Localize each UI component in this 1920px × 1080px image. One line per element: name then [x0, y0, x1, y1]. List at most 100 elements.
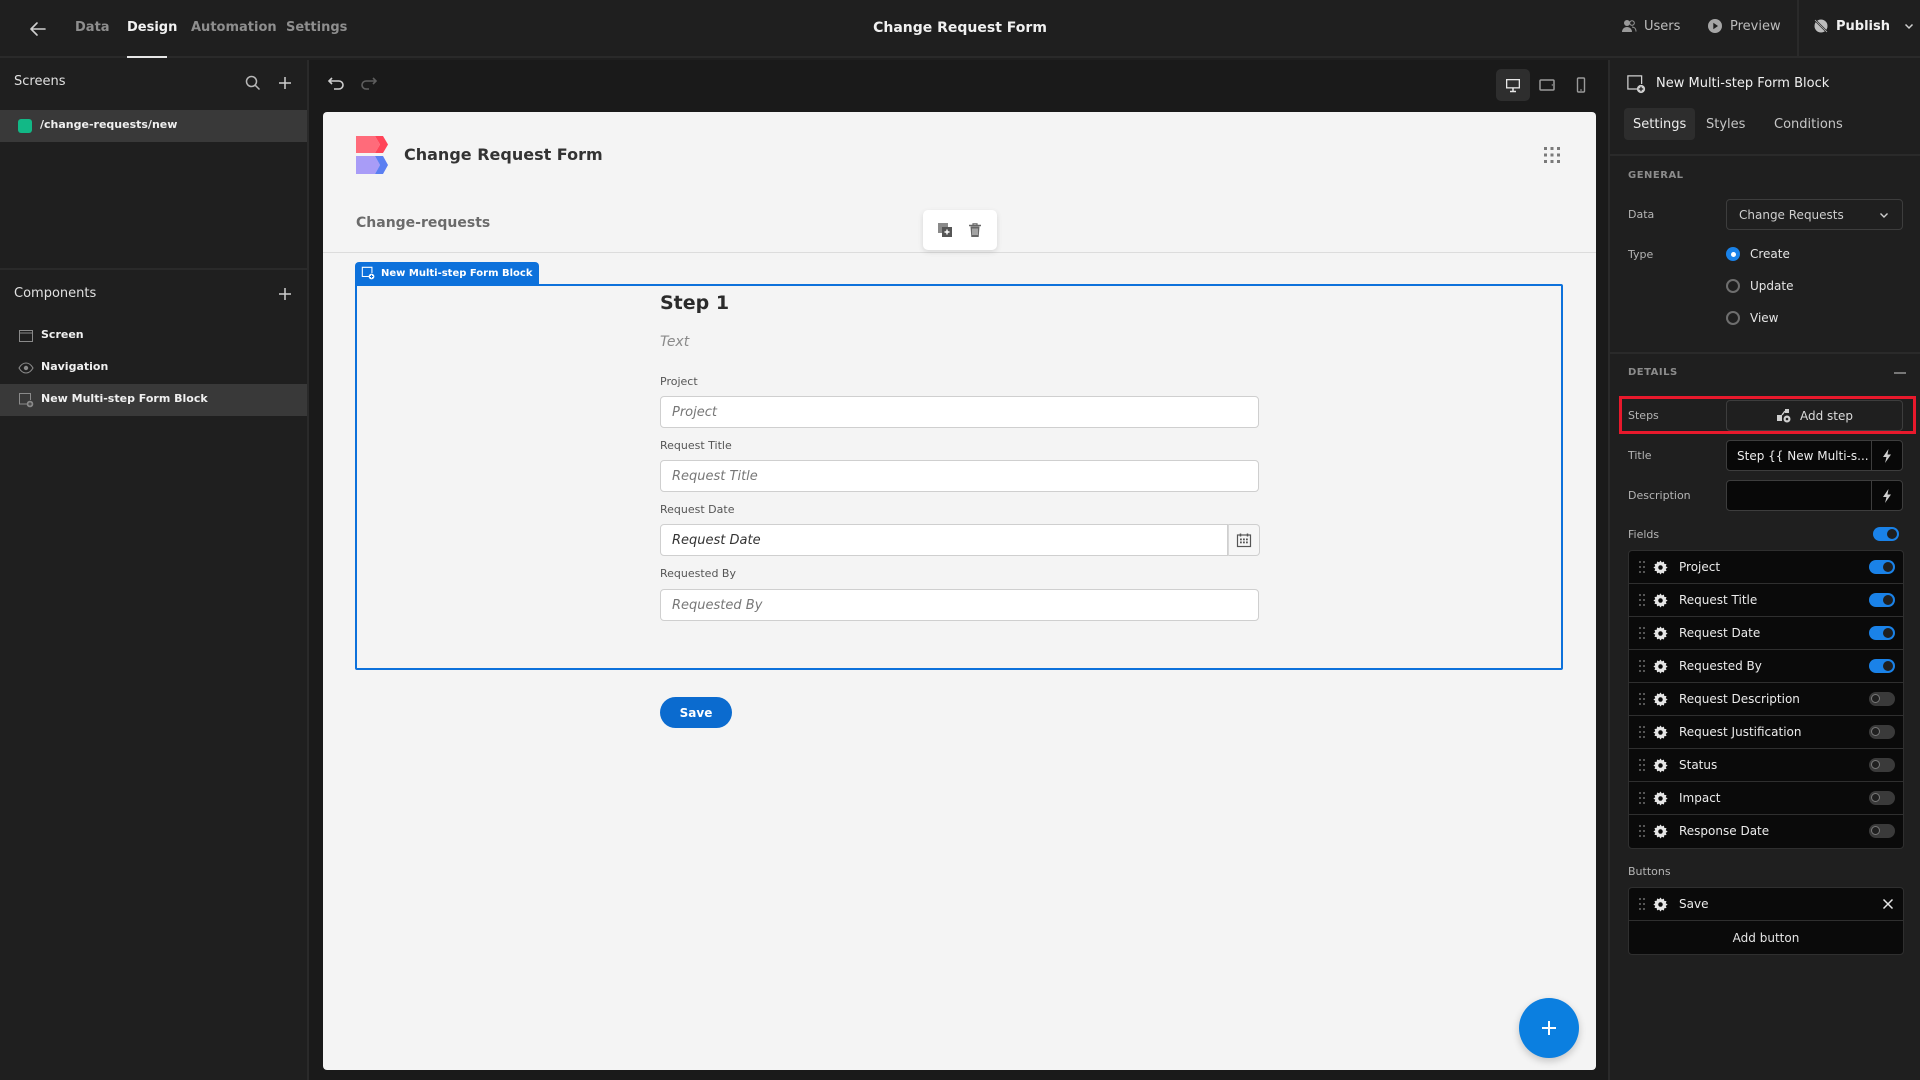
apps-grid-icon[interactable]	[1543, 146, 1561, 164]
lightning-bolt-icon[interactable]	[1871, 481, 1902, 510]
component-label: Navigation	[41, 360, 109, 373]
field-row-request-title[interactable]: Request Title	[1629, 584, 1903, 617]
type-radio-update[interactable]: Update	[1726, 279, 1793, 293]
tab-automation[interactable]: Automation	[191, 20, 277, 35]
active-tab-indicator	[127, 56, 167, 58]
add-screen-icon[interactable]	[276, 74, 294, 92]
tab-settings-panel[interactable]: Settings	[1624, 108, 1696, 140]
component-item-screen[interactable]: Screen	[0, 320, 307, 352]
field-row-impact[interactable]: Impact	[1629, 782, 1903, 815]
add-component-icon[interactable]	[276, 285, 294, 303]
search-icon[interactable]	[244, 74, 262, 92]
drag-handle-icon[interactable]	[1639, 898, 1645, 910]
gear-icon[interactable]	[1653, 725, 1668, 740]
radio-label: View	[1750, 311, 1779, 325]
drag-handle-icon[interactable]	[1639, 594, 1645, 606]
field-toggle[interactable]	[1869, 659, 1895, 673]
component-item-navigation[interactable]: Navigation	[0, 352, 307, 384]
field-toggle[interactable]	[1869, 593, 1895, 607]
duplicate-icon[interactable]	[937, 222, 953, 238]
form-save-button[interactable]: Save	[660, 697, 732, 728]
title-label: Title	[1628, 449, 1652, 462]
tab-settings[interactable]: Settings	[286, 20, 347, 35]
field-row-request-date[interactable]: Request Date	[1629, 617, 1903, 650]
data-source-select[interactable]: Change Requests	[1726, 199, 1903, 230]
users-button[interactable]: Users	[1621, 18, 1680, 34]
field-toggle[interactable]	[1869, 758, 1895, 772]
type-radio-create[interactable]: Create	[1726, 247, 1790, 261]
close-icon[interactable]	[1881, 897, 1895, 911]
button-row-save[interactable]: Save	[1629, 888, 1903, 921]
field-row-requested-by[interactable]: Requested By	[1629, 650, 1903, 683]
requested-by-input[interactable]	[660, 589, 1259, 621]
drag-handle-icon[interactable]	[1639, 660, 1645, 672]
screen-item[interactable]: /change-requests/new	[0, 110, 307, 142]
fields-master-toggle[interactable]	[1873, 527, 1899, 541]
drag-handle-icon[interactable]	[1639, 759, 1645, 771]
field-row-request-justification[interactable]: Request Justification	[1629, 716, 1903, 749]
field-toggle[interactable]	[1869, 626, 1895, 640]
field-toggle[interactable]	[1869, 791, 1895, 805]
tab-styles[interactable]: Styles	[1697, 108, 1754, 140]
gear-icon[interactable]	[1653, 593, 1668, 608]
gear-icon[interactable]	[1653, 758, 1668, 773]
type-radio-view[interactable]: View	[1726, 311, 1778, 325]
gear-icon[interactable]	[1653, 560, 1668, 575]
tab-conditions[interactable]: Conditions	[1765, 108, 1852, 140]
add-button-button[interactable]: Add button	[1629, 921, 1903, 954]
undo-icon[interactable]	[326, 72, 348, 94]
field-label: Impact	[1679, 791, 1721, 805]
field-row-request-description[interactable]: Request Description	[1629, 683, 1903, 716]
field-toggle[interactable]	[1869, 725, 1895, 739]
request-title-input[interactable]	[660, 460, 1259, 492]
trash-icon[interactable]	[967, 222, 983, 238]
drag-handle-icon[interactable]	[1639, 726, 1645, 738]
request-date-input[interactable]	[660, 524, 1228, 556]
drag-handle-icon[interactable]	[1639, 561, 1645, 573]
drag-handle-icon[interactable]	[1639, 693, 1645, 705]
tab-data[interactable]: Data	[75, 20, 110, 35]
field-row-project[interactable]: Project	[1629, 551, 1903, 584]
fields-list: Project Request Title Request Date Requeste…	[1628, 550, 1904, 849]
title-input[interactable]: Step {{ New Multi-s...	[1727, 441, 1871, 470]
gear-icon[interactable]	[1653, 791, 1668, 806]
tablet-view-toggle[interactable]	[1530, 69, 1564, 101]
form-block-icon	[361, 266, 375, 280]
drag-handle-icon[interactable]	[1639, 825, 1645, 837]
add-step-button[interactable]: Add step	[1726, 400, 1903, 431]
desktop-view-toggle[interactable]	[1496, 69, 1530, 101]
field-row-status[interactable]: Status	[1629, 749, 1903, 782]
component-item-multistep-form[interactable]: New Multi-step Form Block	[0, 384, 307, 416]
back-arrow-icon[interactable]	[26, 17, 50, 41]
canvas-app-title: Change Request Form	[404, 145, 603, 164]
nav-link-change-requests[interactable]: Change-requests	[356, 215, 490, 231]
project-input[interactable]	[660, 396, 1259, 428]
field-label: Request Title	[1679, 593, 1758, 607]
field-toggle[interactable]	[1869, 824, 1895, 838]
field-toggle[interactable]	[1869, 560, 1895, 574]
field-row-response-date[interactable]: Response Date	[1629, 815, 1903, 848]
field-toggle[interactable]	[1869, 692, 1895, 706]
calendar-icon[interactable]	[1228, 524, 1260, 556]
canvas-area: Change Request Form Change-requests New …	[309, 60, 1608, 1080]
drag-handle-icon[interactable]	[1639, 627, 1645, 639]
form-block-icon	[18, 392, 34, 408]
add-component-fab[interactable]	[1519, 998, 1579, 1058]
description-label: Description	[1628, 489, 1691, 502]
gear-icon[interactable]	[1653, 626, 1668, 641]
preview-button[interactable]: Preview	[1707, 18, 1781, 34]
redo-icon[interactable]	[357, 72, 379, 94]
lightning-bolt-icon[interactable]	[1871, 441, 1902, 470]
tab-design[interactable]: Design	[127, 20, 177, 35]
gear-icon[interactable]	[1653, 824, 1668, 839]
drag-handle-icon[interactable]	[1639, 792, 1645, 804]
gear-icon[interactable]	[1653, 897, 1668, 912]
collapse-minus-icon[interactable]	[1894, 372, 1906, 374]
panel-divider	[1610, 154, 1920, 156]
gear-icon[interactable]	[1653, 692, 1668, 707]
publish-button[interactable]: Publish	[1813, 18, 1915, 34]
selected-block-label: New Multi-step Form Block	[355, 262, 539, 284]
description-input[interactable]	[1727, 481, 1871, 510]
mobile-view-toggle[interactable]	[1564, 69, 1598, 101]
gear-icon[interactable]	[1653, 659, 1668, 674]
